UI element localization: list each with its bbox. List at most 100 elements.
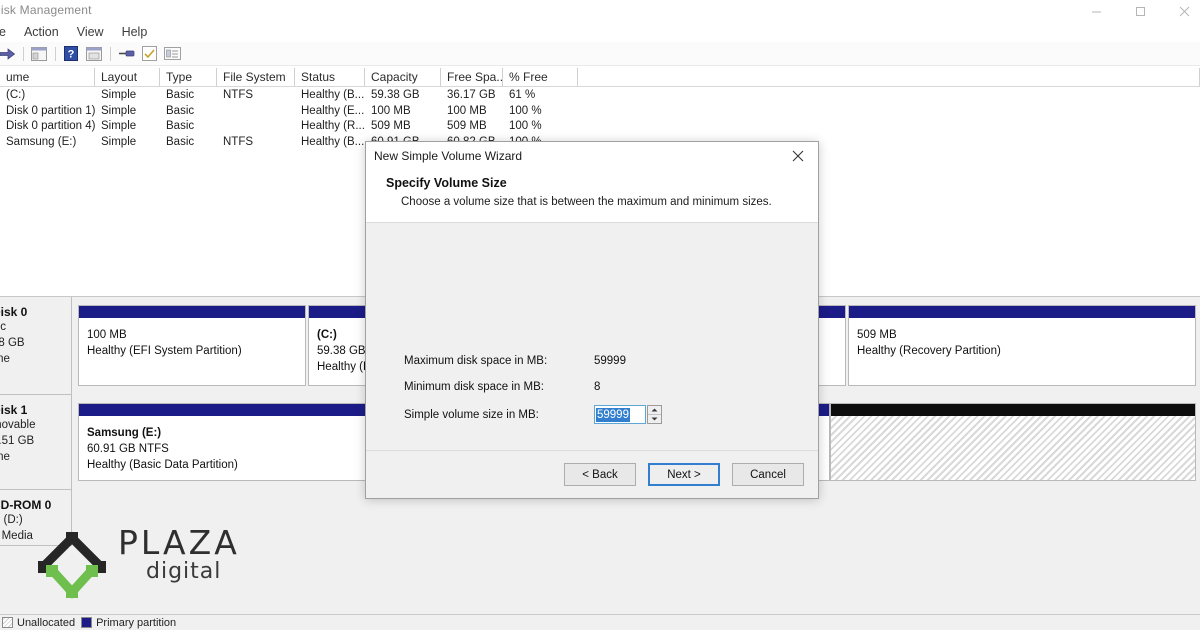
min-disk-space-value: 8	[594, 381, 601, 393]
back-button[interactable]: < Back	[564, 463, 636, 486]
table-row[interactable]: Disk 0 partition 1) Simple Basic Healthy (E…	[0, 104, 1200, 120]
min-disk-space-label: Minimum disk space in MB:	[404, 381, 544, 393]
simple-volume-size-stepper[interactable]: 59999	[594, 405, 662, 424]
dialog-body: Maximum disk space in MB: 59999 Minimum …	[366, 223, 818, 440]
cell-percent-free: 100 %	[509, 120, 542, 132]
window-titlebar: Disk Management	[0, 0, 1200, 22]
spinner-buttons[interactable]	[647, 405, 662, 424]
column-header-free[interactable]: % Free	[503, 68, 578, 86]
list-view-icon[interactable]	[161, 44, 183, 64]
cell-capacity: 509 MB	[371, 120, 411, 132]
disk-info-panel[interactable]: Disk 1 movable 9.51 GB line	[0, 395, 72, 490]
dialog-subheading: Choose a volume size that is between the…	[401, 196, 772, 208]
cell-percent-free: 61 %	[509, 89, 536, 101]
cell-free-space: 36.17 GB	[447, 89, 496, 101]
simple-volume-size-value: 59999	[596, 407, 630, 422]
cell-volume: Disk 0 partition 4)	[6, 120, 95, 132]
cell-volume: (C:)	[6, 89, 26, 101]
menu-item-file[interactable]: e	[0, 25, 15, 39]
forward-arrow-icon[interactable]	[0, 44, 18, 64]
column-header-status[interactable]: Status	[295, 68, 365, 86]
max-disk-space-value: 59999	[594, 355, 626, 367]
dialog-titlebar: New Simple Volume Wizard	[366, 142, 818, 170]
partition-status: Healthy (EFI System Partition)	[87, 345, 242, 357]
dialog-header: Specify Volume Size Choose a volume size…	[366, 170, 818, 223]
cell-file-system: NTFS	[223, 89, 254, 101]
column-header-file-system[interactable]: File System	[217, 68, 295, 86]
simple-volume-size-row: Simple volume size in MB: 59999	[404, 405, 662, 424]
table-row[interactable]: Disk 0 partition 4) Simple Basic Healthy (R…	[0, 119, 1200, 135]
max-disk-space-label: Maximum disk space in MB:	[404, 355, 548, 367]
unallocated-color-bar	[831, 404, 1195, 416]
partition[interactable]: 100 MB Healthy (EFI System Partition)	[78, 305, 306, 386]
partition-color-bar	[849, 306, 1195, 318]
new-simple-volume-wizard-dialog: New Simple Volume Wizard Specify Volume …	[365, 141, 819, 499]
column-header-type[interactable]: Type	[160, 68, 217, 86]
menu-bar: e Action View Help	[0, 22, 1200, 42]
cell-layout: Simple	[101, 89, 137, 101]
column-header-free-spa[interactable]: Free Spa...	[441, 68, 503, 86]
rescan-disks-icon[interactable]	[115, 44, 137, 64]
column-header-ume[interactable]: ume	[0, 68, 95, 86]
cell-free-space: 509 MB	[447, 120, 487, 132]
disk-kind: D (D:)	[0, 514, 23, 526]
menu-item-view[interactable]: View	[68, 25, 113, 39]
partition-status: Healthy (Recovery Partition)	[857, 345, 1001, 357]
unallocated-space[interactable]	[830, 403, 1196, 481]
partition-size: 100 MB	[87, 329, 127, 341]
column-header-layout[interactable]: Layout	[95, 68, 160, 86]
column-header-blank-8[interactable]	[578, 68, 1200, 86]
cell-volume: Samsung (E:)	[6, 135, 77, 148]
svg-text:?: ?	[68, 49, 75, 61]
properties-icon[interactable]	[83, 44, 105, 64]
create-partition-icon[interactable]	[138, 44, 160, 64]
cell-type: Basic	[166, 89, 195, 101]
toolbar-separator	[23, 46, 24, 61]
legend-label-unallocated: Unallocated	[17, 616, 76, 629]
menu-item-action[interactable]: Action	[15, 25, 68, 39]
minimize-icon[interactable]	[1074, 0, 1118, 22]
cell-type: Basic	[166, 104, 195, 117]
cell-capacity: 100 MB	[371, 104, 411, 117]
partition-legend: Unallocated Primary partition	[0, 614, 1200, 630]
disk-info-panel[interactable]: CD-ROM 0 D (D:) o Media	[0, 490, 72, 546]
disk-kind: sic	[0, 321, 7, 333]
toolbar-separator	[110, 46, 111, 61]
menu-item-help[interactable]: Help	[113, 25, 157, 39]
cell-status: Healthy (B...	[301, 135, 365, 148]
column-header-capacity[interactable]: Capacity	[365, 68, 441, 86]
disk-kind: movable	[0, 419, 36, 431]
partition-details: 509 MB Healthy (Recovery Partition)	[849, 318, 1195, 359]
toolbar: ?	[0, 42, 1200, 66]
help-icon[interactable]: ?	[60, 44, 82, 64]
simple-volume-size-input[interactable]: 59999	[594, 405, 646, 424]
show-hide-console-tree-icon[interactable]	[28, 44, 50, 64]
disk-name: CD-ROM 0	[0, 498, 52, 512]
table-row[interactable]: (C:) Simple Basic NTFS Healthy (B... 59.38 GB…	[0, 88, 1200, 104]
legend-item-primary-partition: Primary partition	[81, 617, 176, 629]
dialog-heading: Specify Volume Size	[386, 176, 507, 190]
spinner-up-icon[interactable]	[648, 406, 661, 414]
legend-item-unallocated: Unallocated	[2, 617, 75, 629]
max-disk-space-row: Maximum disk space in MB: 59999	[404, 355, 626, 367]
cell-type: Basic	[166, 135, 195, 148]
window-title: Disk Management	[0, 3, 92, 17]
partition-details: 100 MB Healthy (EFI System Partition)	[79, 318, 305, 359]
partition[interactable]: 509 MB Healthy (Recovery Partition)	[848, 305, 1196, 386]
dialog-close-icon[interactable]	[778, 142, 818, 170]
unallocated-swatch-icon	[2, 617, 13, 628]
disk-info-panel[interactable]: Disk 0 sic 98 GB line	[0, 297, 72, 395]
disk-state: line	[0, 451, 10, 463]
maximize-icon[interactable]	[1118, 0, 1162, 22]
disk-state: line	[0, 353, 10, 365]
cancel-button[interactable]: Cancel	[732, 463, 804, 486]
min-disk-space-row: Minimum disk space in MB: 8	[404, 381, 600, 393]
cell-layout: Simple	[101, 135, 137, 148]
next-button[interactable]: Next >	[648, 463, 720, 486]
cell-file-system	[217, 119, 295, 135]
partition-color-bar	[79, 306, 305, 318]
close-icon[interactable]	[1162, 0, 1200, 22]
dialog-footer: < Back Next > Cancel	[366, 450, 818, 498]
spinner-down-icon[interactable]	[648, 414, 661, 423]
cell-free-space: 100 MB	[447, 104, 487, 117]
